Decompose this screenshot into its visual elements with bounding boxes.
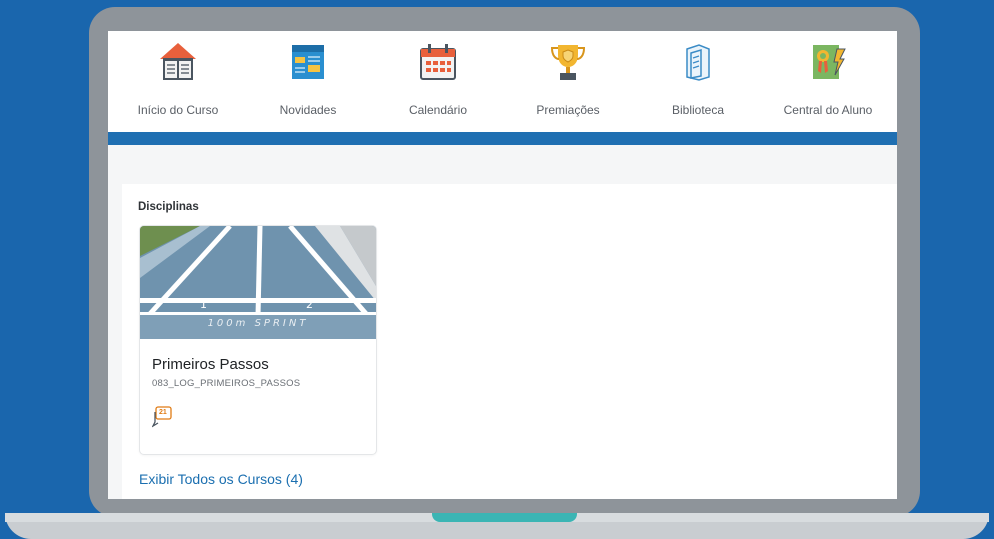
nav-label: Premiações <box>536 103 600 117</box>
nav-label: Início do Curso <box>137 103 219 117</box>
nav-item-inicio-do-curso[interactable]: Início do Curso <box>118 31 238 132</box>
certificate-icon <box>813 45 846 79</box>
notification-badge[interactable]: 21 <box>151 406 174 428</box>
trophy-icon <box>550 45 586 80</box>
home-book-icon <box>160 43 196 80</box>
newspaper-icon <box>292 45 324 79</box>
books-icon <box>686 44 710 81</box>
nav-bottom-bar <box>108 132 897 145</box>
nav-item-calendario[interactable]: Calendário <box>378 31 498 132</box>
section-title: Disciplinas <box>138 201 199 213</box>
nav-label: Biblioteca <box>671 103 725 117</box>
nav-item-central-do-aluno[interactable]: Central do Aluno <box>768 31 888 132</box>
nav-label: Calendário <box>408 103 468 117</box>
lane-number-2: 2 <box>306 298 313 311</box>
nav-label: Novidades <box>279 103 337 117</box>
nav-item-novidades[interactable]: Novidades <box>248 31 368 132</box>
laptop-notch <box>432 513 577 522</box>
course-code: 083_LOG_PRIMEIROS_PASSOS <box>152 378 301 389</box>
top-navigation: Início do Curso Novidades Calendário Pre… <box>108 31 897 132</box>
notification-count: 21 <box>159 409 167 416</box>
screen: Início do Curso Novidades Calendário Pre… <box>108 31 897 499</box>
course-card[interactable]: 1 2 100m SPRINT Primeiros Passos 083_LOG… <box>139 225 377 455</box>
course-title[interactable]: Primeiros Passos <box>152 356 269 373</box>
nav-item-biblioteca[interactable]: Biblioteca <box>638 31 758 132</box>
nav-item-premiacoes[interactable]: Premiações <box>508 31 628 132</box>
view-all-courses-link[interactable]: Exibir Todos os Cursos (4) <box>139 471 303 487</box>
course-image: 1 2 100m SPRINT <box>140 226 376 339</box>
courses-widget: Disciplinas 1 2 100m SPRINT Primeiros Pa… <box>122 184 897 499</box>
nav-label: Central do Aluno <box>783 103 873 117</box>
calendar-icon <box>420 44 456 80</box>
lane-number-1: 1 <box>200 298 207 311</box>
sprint-text: 100m SPRINT <box>208 318 309 329</box>
